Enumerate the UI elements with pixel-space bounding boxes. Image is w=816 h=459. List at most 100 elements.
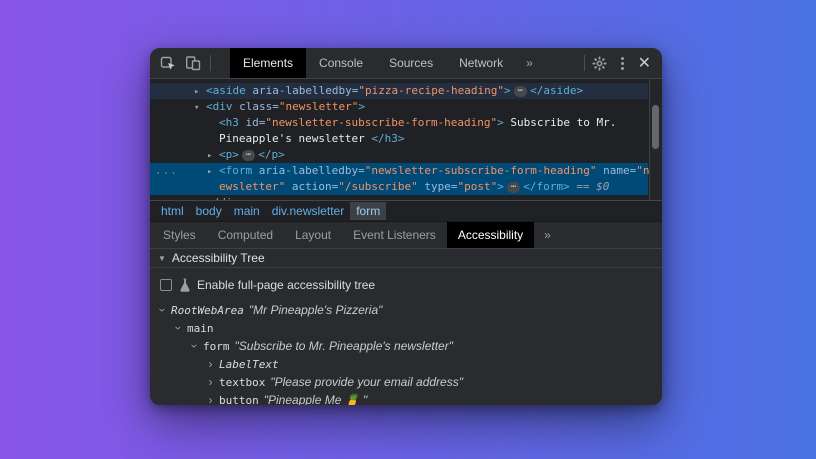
- toolbar-tabs: ElementsConsoleSourcesNetwork: [230, 48, 516, 78]
- tab-elements[interactable]: Elements: [230, 48, 306, 78]
- ax-node-role: LabelText: [219, 358, 279, 371]
- ax-toggle-chevron-icon[interactable]: ›: [204, 357, 217, 371]
- ax-toggle-chevron-icon[interactable]: ›: [204, 393, 217, 405]
- tab-console[interactable]: Console: [306, 48, 376, 78]
- section-collapse-icon: ▼: [158, 254, 166, 263]
- breadcrumb-item-form[interactable]: form: [350, 202, 386, 220]
- ax-node-role: textbox: [219, 376, 265, 389]
- experiment-flask-icon: [178, 278, 191, 292]
- toolbar-left-icons: [150, 48, 220, 78]
- enable-full-page-a11y-checkbox[interactable]: [160, 279, 172, 291]
- breadcrumb: htmlbodymaindiv.newsletterform: [150, 200, 662, 221]
- code-token-attr: action=: [285, 180, 338, 193]
- tab-network[interactable]: Network: [446, 48, 516, 78]
- ax-node-name: "Subscribe to Mr. Pineapple's newsletter…: [235, 339, 453, 353]
- expand-ellipsis-button[interactable]: ⋯: [242, 150, 255, 161]
- breadcrumb-item-html[interactable]: html: [155, 202, 190, 220]
- ax-node-role: form: [203, 340, 230, 353]
- close-icon[interactable]: ✕: [638, 55, 651, 71]
- ax-node-button[interactable]: ›button "Pineapple Me 🍍 ": [150, 391, 662, 405]
- code-token-value: "newsletter": [279, 100, 358, 113]
- toolbar-divider-right: [584, 55, 585, 71]
- breadcrumb-item-body[interactable]: body: [190, 202, 228, 220]
- code-token-value: "newsletter-subscribe-form-heading": [365, 164, 597, 177]
- code-token-tag: <aside: [206, 84, 246, 97]
- ax-node-main[interactable]: ›main: [150, 319, 662, 337]
- dom-node-line[interactable]: Pineapple's newsletter </h3>: [150, 131, 648, 147]
- tab-event-listeners[interactable]: Event Listeners: [342, 222, 447, 248]
- toolbar-right-icons: ✕: [584, 48, 662, 78]
- expand-ellipsis-button[interactable]: ⋯: [514, 86, 527, 97]
- node-toggle-arrow-icon[interactable]: ▸: [194, 84, 206, 100]
- dom-node-line[interactable]: <h3 id="newsletter-subscribe-form-headin…: [150, 115, 648, 131]
- code-token-tag: <div: [206, 100, 233, 113]
- scrollbar-track[interactable]: [649, 79, 662, 200]
- code-token-value: "pizza-recipe-heading": [358, 84, 504, 97]
- more-tabs-button[interactable]: »: [516, 48, 543, 78]
- code-token-tag: </form>: [523, 180, 569, 193]
- code-token-attr: id=: [239, 116, 266, 129]
- ax-node-role: RootWebArea: [171, 304, 244, 317]
- code-token-tag: <h3: [219, 116, 239, 129]
- devtools-window: ElementsConsoleSourcesNetwork »: [150, 48, 662, 405]
- ax-node-name: "Please provide your email address": [270, 375, 463, 389]
- tab-computed[interactable]: Computed: [207, 222, 284, 248]
- toolbar-divider: [210, 55, 211, 71]
- tab-styles[interactable]: Styles: [152, 222, 207, 248]
- code-token-tag: >: [497, 180, 504, 193]
- dom-node-line[interactable]: </div>: [150, 195, 648, 200]
- ax-node-role: button: [219, 394, 259, 406]
- settings-gear-icon[interactable]: [592, 55, 608, 71]
- node-gutter-ellipsis: ...: [155, 163, 178, 179]
- node-toggle-arrow-icon[interactable]: ▸: [207, 164, 219, 180]
- code-token-attr: aria-labelledby=: [252, 164, 365, 177]
- sidebar-more-tabs-button[interactable]: »: [534, 222, 561, 248]
- device-toolbar-icon[interactable]: [185, 55, 201, 71]
- ax-node-name: "Mr Pineapple's Pizzeria": [249, 303, 383, 317]
- dom-node-line[interactable]: ▸<aside aria-labelledby="pizza-recipe-he…: [150, 83, 648, 99]
- ax-node-form[interactable]: ›form "Subscribe to Mr. Pineapple's newsl…: [150, 337, 662, 355]
- breadcrumb-item-div-newsletter[interactable]: div.newsletter: [266, 202, 350, 220]
- dom-tree-lines: ▸<aside aria-labelledby="pizza-recipe-he…: [150, 83, 648, 200]
- tab-sources[interactable]: Sources: [376, 48, 446, 78]
- tab-layout[interactable]: Layout: [284, 222, 342, 248]
- scrollbar-thumb[interactable]: [652, 105, 659, 149]
- ax-node-role: main: [187, 322, 214, 335]
- ax-node-textbox[interactable]: ›textbox "Please provide your email addre…: [150, 373, 662, 391]
- code-token-meta: == $0: [570, 180, 610, 193]
- ax-toggle-chevron-icon[interactable]: ›: [156, 304, 170, 317]
- code-token-tag: </h3>: [371, 132, 404, 145]
- code-token-attr: aria-labelledby=: [246, 84, 359, 97]
- code-token-text: Subscribe to Mr.: [504, 116, 617, 129]
- node-toggle-arrow-icon[interactable]: ▾: [194, 100, 206, 116]
- accessibility-pane-body: Enable full-page accessibility tree ›Roo…: [150, 268, 662, 405]
- code-token-value: "n: [636, 164, 649, 177]
- code-token-tag: <p>: [219, 148, 239, 161]
- dom-node-line[interactable]: ... ▸<form aria-labelledby="newsletter-su…: [150, 163, 648, 179]
- ax-node-name: "Pineapple Me 🍍 ": [264, 393, 368, 405]
- ax-toggle-chevron-icon[interactable]: ›: [204, 375, 217, 389]
- expand-ellipsis-button[interactable]: ⋯: [507, 182, 520, 193]
- dom-node-line[interactable]: ▾<div class="newsletter">: [150, 99, 648, 115]
- dom-node-line[interactable]: ▸<p>⋯</p>: [150, 147, 648, 163]
- breadcrumb-item-main[interactable]: main: [228, 202, 266, 220]
- code-token-attr: type=: [418, 180, 458, 193]
- code-token-value: "post": [457, 180, 497, 193]
- enable-full-page-a11y-label: Enable full-page accessibility tree: [197, 278, 375, 292]
- dom-tree-pane: ▸<aside aria-labelledby="pizza-recipe-he…: [150, 79, 662, 200]
- code-token-value: ewsletter": [219, 180, 285, 193]
- ax-node-rootwebarea[interactable]: ›RootWebArea "Mr Pineapple's Pizzeria": [150, 301, 662, 319]
- accessibility-tree-section-header[interactable]: ▼ Accessibility Tree: [150, 248, 662, 268]
- code-token-tag: >: [497, 116, 504, 129]
- ax-node-labeltext[interactable]: ›LabelText: [150, 355, 662, 373]
- sidebar-tab-strip: StylesComputedLayoutEvent ListenersAcces…: [150, 221, 662, 248]
- dom-node-line[interactable]: ewsletter" action="/subscribe" type="pos…: [150, 179, 648, 195]
- ax-toggle-chevron-icon[interactable]: ›: [172, 322, 186, 335]
- kebab-menu-icon[interactable]: [615, 57, 631, 70]
- ax-toggle-chevron-icon[interactable]: ›: [188, 340, 202, 353]
- tab-accessibility[interactable]: Accessibility: [447, 222, 534, 248]
- accessibility-tree: ›RootWebArea"Mr Pineapple's Pizzeria"›ma…: [150, 297, 662, 405]
- node-toggle-arrow-icon[interactable]: ▸: [207, 148, 219, 164]
- inspect-icon[interactable]: [160, 55, 176, 71]
- code-token-tag: <form: [219, 164, 252, 177]
